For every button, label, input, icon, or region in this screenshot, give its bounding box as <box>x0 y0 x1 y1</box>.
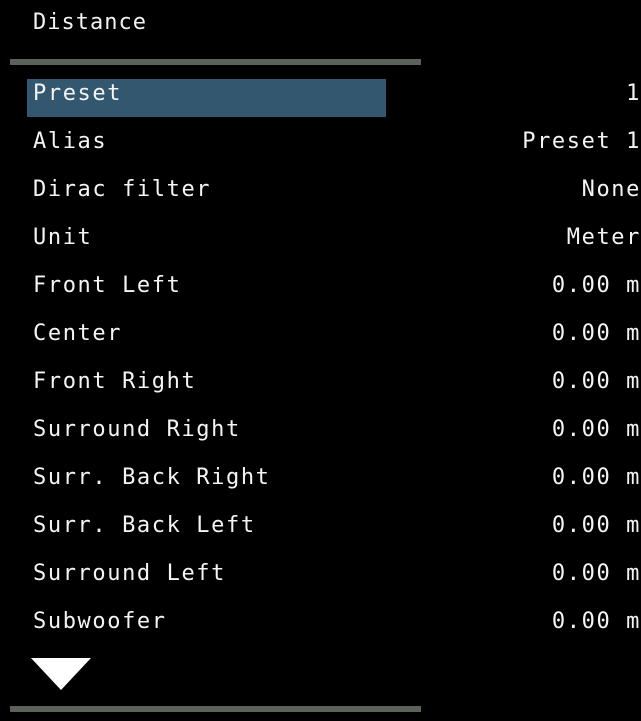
setting-row-alias[interactable]: Alias Preset 1 <box>6 120 641 168</box>
setting-label-unit: Unit <box>33 225 93 250</box>
setting-label-surround-left: Surround Left <box>33 561 226 586</box>
setting-row-unit[interactable]: Unit Meter <box>6 216 641 264</box>
setting-row-surround-right[interactable]: Surround Right 0.00 m <box>6 408 641 456</box>
setting-row-front-right[interactable]: Front Right 0.00 m <box>6 360 641 408</box>
setting-value-preset: 1 <box>626 81 641 106</box>
setting-value-subwoofer: 0.00 m <box>551 609 641 634</box>
setting-label-surr-back-right: Surr. Back Right <box>33 465 271 490</box>
setting-row-surr-back-left[interactable]: Surr. Back Left 0.00 m <box>6 504 641 552</box>
footer-divider <box>10 706 421 712</box>
setting-value-unit: Meter <box>566 225 641 250</box>
settings-list: Preset 1 Alias Preset 1 Dirac filter Non… <box>6 72 641 648</box>
setting-label-center: Center <box>33 321 123 346</box>
setting-value-surround-right: 0.00 m <box>551 417 641 442</box>
setting-label-front-right: Front Right <box>33 369 197 394</box>
setting-row-surr-back-right[interactable]: Surr. Back Right 0.00 m <box>6 456 641 504</box>
setting-value-dirac-filter: None <box>581 177 641 202</box>
setting-value-front-left: 0.00 m <box>551 273 641 298</box>
setting-value-surr-back-left: 0.00 m <box>551 513 641 538</box>
page-title: Distance <box>33 10 147 35</box>
setting-label-alias: Alias <box>33 129 108 154</box>
setting-row-dirac-filter[interactable]: Dirac filter None <box>6 168 641 216</box>
distance-settings-screen: Distance Preset 1 Alias Preset 1 Dirac f… <box>6 0 641 721</box>
setting-label-surr-back-left: Surr. Back Left <box>33 513 256 538</box>
setting-value-alias: Preset 1 <box>522 129 641 154</box>
setting-value-front-right: 0.00 m <box>551 369 641 394</box>
setting-label-front-left: Front Left <box>33 273 182 298</box>
triangle-down-icon[interactable] <box>31 658 91 690</box>
setting-row-subwoofer[interactable]: Subwoofer 0.00 m <box>6 600 641 648</box>
setting-label-preset: Preset <box>33 81 123 106</box>
setting-row-preset[interactable]: Preset 1 <box>6 72 641 120</box>
setting-value-surround-left: 0.00 m <box>551 561 641 586</box>
setting-label-dirac-filter: Dirac filter <box>33 177 212 202</box>
setting-value-center: 0.00 m <box>551 321 641 346</box>
setting-value-surr-back-right: 0.00 m <box>551 465 641 490</box>
header-divider <box>10 59 421 65</box>
setting-label-subwoofer: Subwoofer <box>33 609 167 634</box>
setting-row-center[interactable]: Center 0.00 m <box>6 312 641 360</box>
setting-row-front-left[interactable]: Front Left 0.00 m <box>6 264 641 312</box>
setting-label-surround-right: Surround Right <box>33 417 241 442</box>
setting-row-surround-left[interactable]: Surround Left 0.00 m <box>6 552 641 600</box>
